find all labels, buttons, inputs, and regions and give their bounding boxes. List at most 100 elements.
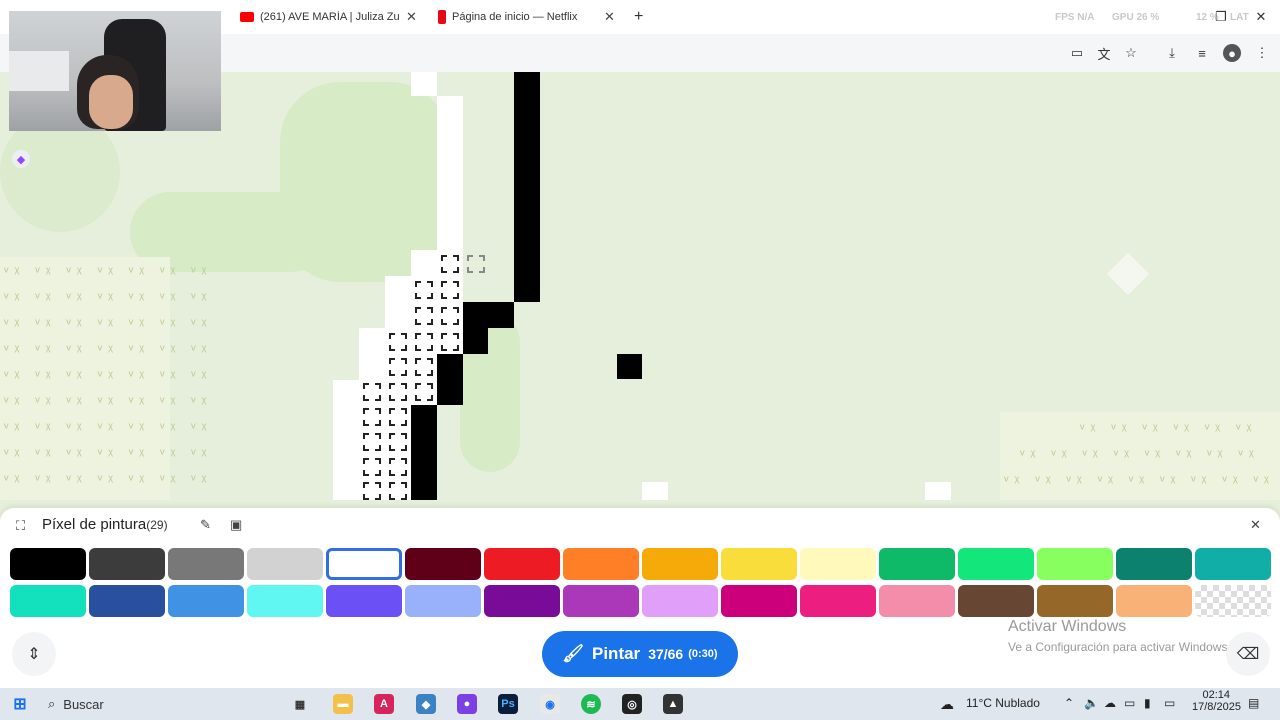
install-app-icon[interactable]: ▭ xyxy=(1068,44,1086,62)
pixel-selection[interactable] xyxy=(441,307,459,325)
pixel-selection[interactable] xyxy=(389,383,407,401)
pixel-selection[interactable] xyxy=(389,433,407,451)
tab-youtube[interactable]: (261) AVE MARÍA | Juliza Zuloag ✕ xyxy=(240,6,425,28)
tray-cloud-icon[interactable]: ☁ xyxy=(1104,696,1116,710)
color-swatch[interactable] xyxy=(721,585,797,617)
fullscreen-icon[interactable]: ⛶ xyxy=(16,518,25,534)
download-icon[interactable]: ⤓ xyxy=(1163,44,1181,62)
app-icon[interactable]: A xyxy=(374,694,394,714)
pixel-selection[interactable] xyxy=(363,383,381,401)
color-swatch[interactable] xyxy=(168,585,244,617)
tab-netflix[interactable]: Página de inicio — Netflix ✕ xyxy=(438,6,623,28)
network-icon[interactable]: ▭ xyxy=(1124,696,1135,710)
windows-start-icon[interactable]: ⊞ xyxy=(10,694,30,714)
pixel-selection[interactable] xyxy=(415,358,433,376)
file-explorer-icon[interactable]: ▬ xyxy=(333,694,353,714)
color-swatch[interactable] xyxy=(247,548,323,580)
color-swatch[interactable] xyxy=(484,548,560,580)
pixel-map-canvas[interactable]: ᵛᵡ ᵛᵡ ᵛᵡ ᵛᵡ ᵛᵡ ᵛᵡ ᵛᵡ ᵛᵡ ᵛᵡ ᵛᵡ ᵛᵡ ᵛᵡ ᵛᵡ ᵛ… xyxy=(0,72,1280,500)
pixel-selection[interactable] xyxy=(441,281,459,299)
color-swatch[interactable] xyxy=(1037,585,1113,617)
pixel-selection[interactable] xyxy=(441,333,459,351)
color-swatch[interactable] xyxy=(642,585,718,617)
pixel-selection[interactable] xyxy=(467,255,485,273)
pixel-selection[interactable] xyxy=(415,307,433,325)
color-swatch[interactable] xyxy=(563,548,639,580)
taskbar-search[interactable]: ⌕ Buscar xyxy=(48,692,276,716)
close-icon[interactable]: ✕ xyxy=(1250,517,1261,533)
notifications-icon[interactable]: ▤ xyxy=(1248,696,1259,710)
pixel-selection[interactable] xyxy=(389,458,407,476)
pixel-selection[interactable] xyxy=(363,433,381,451)
color-swatch[interactable] xyxy=(10,585,86,617)
color-swatch[interactable] xyxy=(800,548,876,580)
color-swatch[interactable] xyxy=(168,548,244,580)
color-swatch[interactable] xyxy=(405,585,481,617)
color-swatch[interactable] xyxy=(563,585,639,617)
profile-avatar-icon[interactable]: ● xyxy=(1223,44,1241,62)
pixel-selection[interactable] xyxy=(389,408,407,426)
brush-icon: 🖌 xyxy=(562,644,584,663)
color-swatch[interactable] xyxy=(642,548,718,580)
color-swatch[interactable] xyxy=(1116,548,1192,580)
color-swatch[interactable] xyxy=(484,585,560,617)
color-swatch[interactable] xyxy=(326,548,402,580)
eraser-button[interactable]: ⌫ xyxy=(1226,632,1270,676)
task-view-icon[interactable]: ▦ xyxy=(290,694,310,714)
color-swatch[interactable] xyxy=(879,585,955,617)
color-swatch[interactable] xyxy=(1195,548,1271,580)
translate-icon[interactable]: 文 xyxy=(1095,44,1113,62)
bookmark-star-icon[interactable]: ☆ xyxy=(1122,44,1140,62)
pixel-selection[interactable] xyxy=(389,333,407,351)
color-swatch[interactable] xyxy=(1116,585,1192,617)
color-swatch[interactable] xyxy=(1037,548,1113,580)
discord-icon[interactable]: ● xyxy=(457,694,477,714)
pixel-selection[interactable] xyxy=(415,383,433,401)
color-swatch[interactable] xyxy=(879,548,955,580)
close-tab-icon[interactable]: ✕ xyxy=(604,9,615,25)
app-icon[interactable]: ◆ xyxy=(416,694,436,714)
obs-icon[interactable]: ◎ xyxy=(622,694,642,714)
color-swatch[interactable] xyxy=(721,548,797,580)
display-icon[interactable]: ▭ xyxy=(1164,696,1175,710)
menu-kebab-icon[interactable]: ⋮ xyxy=(1253,44,1271,62)
pixel-selection[interactable] xyxy=(415,333,433,351)
color-swatch[interactable] xyxy=(958,548,1034,580)
pixel-black xyxy=(514,72,540,302)
volume-icon[interactable]: 🔈 xyxy=(1084,696,1099,710)
pixel-selection[interactable] xyxy=(389,358,407,376)
color-swatch[interactable] xyxy=(405,548,481,580)
photoshop-icon[interactable]: Ps xyxy=(498,694,518,714)
close-window-icon[interactable]: ✕ xyxy=(1252,8,1270,26)
pixel-selection[interactable] xyxy=(389,482,407,500)
close-tab-icon[interactable]: ✕ xyxy=(406,9,417,25)
mic-icon[interactable]: ▮ xyxy=(1144,696,1151,710)
pixel-selection[interactable] xyxy=(363,408,381,426)
color-swatch[interactable] xyxy=(326,585,402,617)
pixel-selection[interactable] xyxy=(415,281,433,299)
color-swatch[interactable] xyxy=(800,585,876,617)
restore-window-icon[interactable]: ❐ xyxy=(1212,8,1230,26)
spotify-icon[interactable]: ≋ xyxy=(581,694,601,714)
expand-panel-button[interactable]: ⇕ xyxy=(12,632,56,676)
new-tab-button[interactable]: + xyxy=(634,8,643,26)
color-swatch[interactable] xyxy=(958,585,1034,617)
weather-text[interactable]: 11°C Nublado xyxy=(966,696,1040,710)
color-swatch[interactable] xyxy=(89,585,165,617)
paint-button[interactable]: 🖌 Pintar 37/66 (0:30) xyxy=(542,631,738,677)
pixel-selection[interactable] xyxy=(441,255,459,273)
color-swatch[interactable] xyxy=(247,585,323,617)
chrome-icon[interactable]: ◉ xyxy=(540,694,560,714)
pixel-selection[interactable] xyxy=(363,482,381,500)
clock[interactable]: 02:14 17/8/2025 xyxy=(1192,689,1241,713)
photos-icon[interactable]: ▲ xyxy=(663,694,683,714)
color-swatch[interactable] xyxy=(10,548,86,580)
color-swatch[interactable] xyxy=(1195,585,1271,617)
pixel-selection[interactable] xyxy=(363,458,381,476)
image-icon[interactable]: ▣ xyxy=(230,517,242,533)
tray-chevron-icon[interactable]: ⌃ xyxy=(1064,696,1074,710)
twitch-icon[interactable]: ◆ xyxy=(12,150,30,168)
media-control-icon[interactable]: ≡ xyxy=(1193,44,1211,62)
color-swatch[interactable] xyxy=(89,548,165,580)
pencil-icon[interactable]: ✎ xyxy=(200,517,211,533)
